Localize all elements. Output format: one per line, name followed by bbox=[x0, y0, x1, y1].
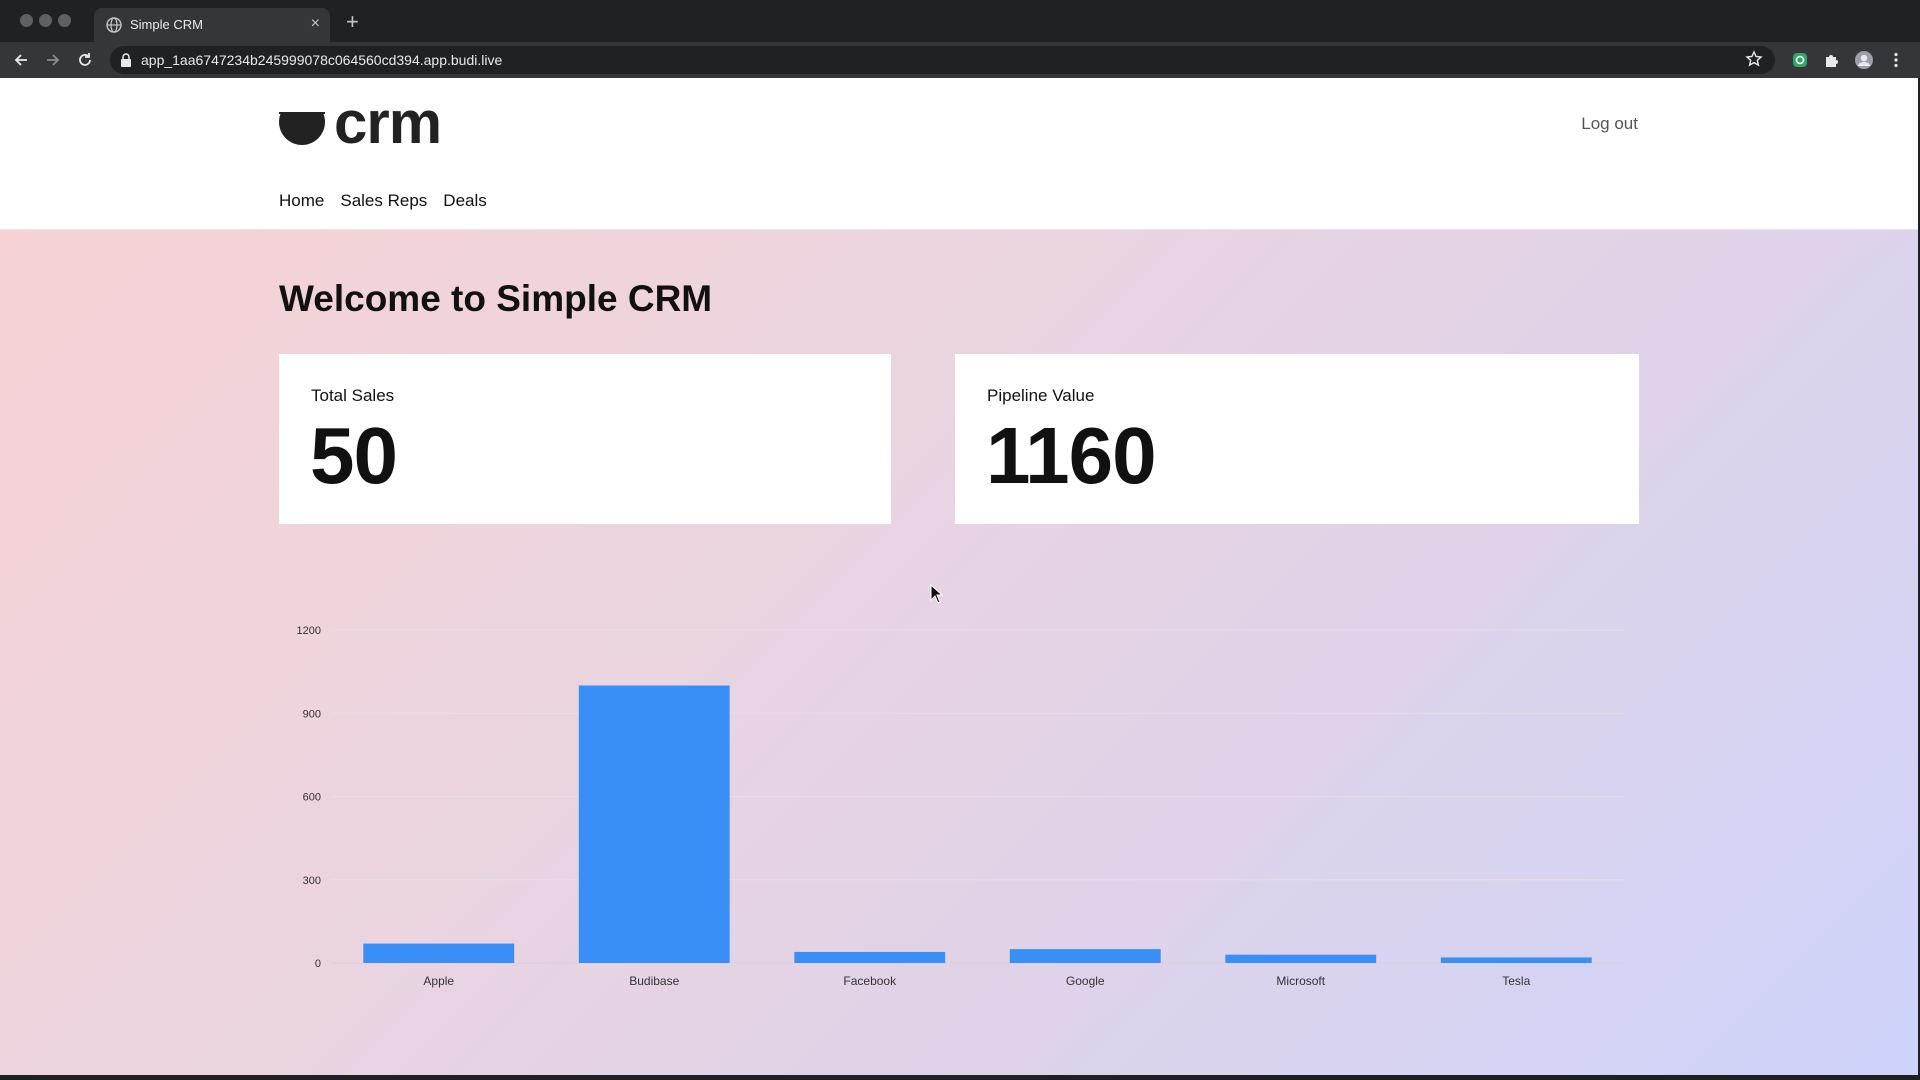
x-category-label: Budibase bbox=[629, 974, 679, 988]
bar-tesla[interactable] bbox=[1440, 957, 1592, 963]
main-nav: Home Sales Reps Deals bbox=[279, 191, 487, 211]
tab-title: Simple CRM bbox=[130, 17, 203, 32]
pipeline-value-value: 1160 bbox=[986, 411, 1157, 500]
browser-tab-bar: Simple CRM × + bbox=[0, 0, 1920, 42]
x-category-label: Facebook bbox=[843, 974, 897, 988]
x-category-label: Microsoft bbox=[1276, 974, 1325, 988]
extension-shield-icon[interactable] bbox=[1791, 51, 1809, 69]
logo-mark-icon bbox=[279, 99, 325, 145]
reload-icon[interactable] bbox=[76, 51, 94, 69]
mouse-cursor-icon bbox=[930, 584, 944, 604]
profile-avatar-icon[interactable] bbox=[1855, 51, 1873, 69]
total-sales-value: 50 bbox=[310, 411, 398, 500]
x-category-label: Apple bbox=[423, 974, 454, 988]
address-bar[interactable]: app_1aa6747234b245999078c064560cd394.app… bbox=[110, 46, 1775, 74]
lock-icon bbox=[121, 53, 131, 67]
new-tab-button[interactable]: + bbox=[346, 11, 359, 33]
browser-toolbar: app_1aa6747234b245999078c064560cd394.app… bbox=[0, 42, 1920, 78]
nav-item-deals[interactable]: Deals bbox=[443, 191, 486, 211]
total-sales-label: Total Sales bbox=[311, 386, 395, 405]
bar-budibase[interactable] bbox=[578, 685, 730, 964]
pipeline-value-card: Pipeline Value 1160 bbox=[955, 354, 1639, 524]
x-category-label: Tesla bbox=[1502, 974, 1530, 988]
forward-arrow-icon[interactable] bbox=[44, 51, 62, 69]
puzzle-extensions-icon[interactable] bbox=[1823, 51, 1841, 69]
globe-icon bbox=[106, 17, 122, 33]
kebab-menu-icon[interactable] bbox=[1887, 51, 1905, 69]
bar-apple[interactable] bbox=[363, 943, 515, 963]
pipeline-value-label: Pipeline Value bbox=[987, 386, 1095, 405]
window-zoom-dot[interactable] bbox=[58, 14, 71, 27]
y-tick-label: 300 bbox=[303, 875, 321, 887]
y-tick-label: 600 bbox=[303, 792, 321, 804]
logout-link[interactable]: Log out bbox=[1581, 114, 1638, 134]
deals-bar-chart: 0 300 600 900 1200 Apple Budibase Facebook Googl… bbox=[297, 625, 1624, 988]
app-page: crm Log out Home Sales Reps Deals Welcom… bbox=[0, 78, 1918, 1075]
browser-tab[interactable]: Simple CRM × bbox=[94, 8, 330, 42]
window-minimize-dot[interactable] bbox=[39, 14, 52, 27]
logo-text: crm bbox=[334, 89, 442, 156]
app-header: crm Log out Home Sales Reps Deals bbox=[0, 78, 1918, 230]
bookmark-star-icon[interactable] bbox=[1745, 50, 1763, 68]
nav-item-sales-reps[interactable]: Sales Reps bbox=[340, 191, 427, 211]
total-sales-card: Total Sales 50 bbox=[279, 354, 891, 524]
bar-facebook[interactable] bbox=[794, 951, 946, 963]
tab-close-icon[interactable]: × bbox=[311, 15, 320, 33]
y-tick-label: 900 bbox=[303, 708, 321, 720]
bar-google[interactable] bbox=[1009, 949, 1161, 963]
url-text: app_1aa6747234b245999078c064560cd394.app… bbox=[141, 52, 503, 68]
window-edge-bottom bbox=[0, 1075, 1920, 1080]
back-arrow-icon[interactable] bbox=[12, 51, 30, 69]
nav-item-home[interactable]: Home bbox=[279, 191, 324, 211]
y-tick-label: 0 bbox=[315, 958, 321, 970]
x-category-label: Google bbox=[1066, 974, 1105, 988]
bar-microsoft[interactable] bbox=[1225, 954, 1377, 963]
window-close-dot[interactable] bbox=[20, 14, 33, 27]
page-title: Welcome to Simple CRM bbox=[279, 278, 713, 319]
y-tick-label: 1200 bbox=[297, 625, 321, 637]
